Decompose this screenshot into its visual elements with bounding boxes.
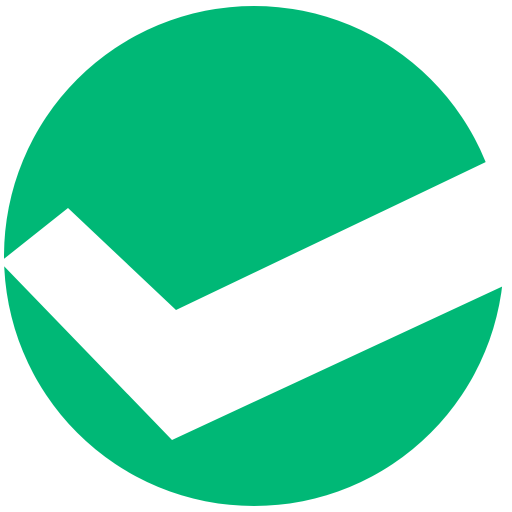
check-circle-icon <box>0 6 512 506</box>
icon-canvas <box>0 0 512 512</box>
